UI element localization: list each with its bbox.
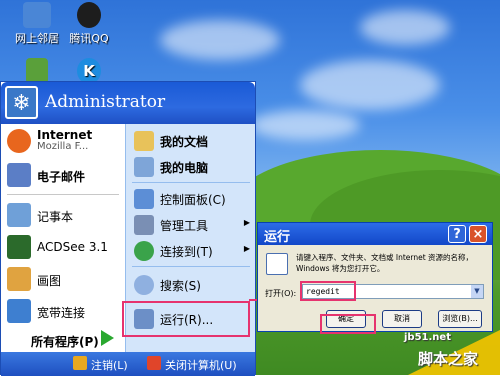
open-label: 打开(O): <box>265 289 297 298</box>
start-item-notepad[interactable]: 记事本 <box>5 200 123 230</box>
run-dialog-title: 运行 <box>264 230 291 245</box>
my-documents-icon <box>134 131 154 151</box>
start-item-internet[interactable]: Internet Mozilla F... <box>5 126 123 156</box>
start-item-paint[interactable]: 画图 <box>5 264 123 294</box>
watermark-url: jb51.net <box>404 332 451 343</box>
chevron-down-icon[interactable]: ▼ <box>471 285 483 298</box>
start-menu-footer: 注销(L) 关闭计算机(U) <box>1 352 255 376</box>
network-places-icon <box>23 2 51 28</box>
notepad-icon <box>7 203 31 227</box>
my-computer-icon <box>134 157 154 177</box>
close-button[interactable]: × <box>469 225 487 243</box>
logoff-button[interactable]: 注销(L) <box>73 355 141 373</box>
paint-icon <box>7 267 31 291</box>
run-dialog-description: 请键入程序、文件夹、文档或 Internet 资源的名称，Windows 将为您… <box>296 253 474 273</box>
start-item-my-documents[interactable]: 我的文档 <box>130 128 252 154</box>
broadband-icon <box>7 299 31 323</box>
run-program-icon <box>266 253 288 275</box>
menu-divider <box>132 266 250 267</box>
start-item-broadband[interactable]: 宽带连接 <box>5 296 123 326</box>
start-item-admin-tools[interactable]: 管理工具 ▶ <box>130 212 252 238</box>
menu-divider <box>132 182 250 183</box>
run-item-highlight <box>122 301 250 337</box>
logoff-key-icon <box>73 356 87 370</box>
firefox-icon <box>7 129 31 153</box>
start-item-email[interactable]: 电子邮件 <box>5 160 123 190</box>
all-programs-button[interactable]: 所有程序(P) <box>5 330 121 350</box>
submenu-arrow-icon: ▶ <box>243 244 250 253</box>
start-menu-pinned-list: Internet Mozilla F... 电子邮件 记事本 ACDSee 3.… <box>1 124 125 352</box>
watermark-name: 脚本之家 <box>418 350 479 368</box>
all-programs-arrow-icon <box>101 330 114 346</box>
start-item-my-computer[interactable]: 我的电脑 <box>130 154 252 180</box>
start-item-connect-to[interactable]: 连接到(T) ▶ <box>130 238 252 264</box>
start-item-control-panel[interactable]: 控制面板(C) <box>130 186 252 212</box>
user-name: Administrator <box>45 92 166 112</box>
ok-button-highlight <box>320 314 376 334</box>
start-menu-header: ❄ Administrator <box>1 82 255 124</box>
cancel-button[interactable]: 取消 <box>382 310 422 328</box>
control-panel-icon <box>134 189 154 209</box>
start-item-acdsee[interactable]: ACDSee 3.1 <box>5 232 123 262</box>
submenu-arrow-icon: ▶ <box>243 218 250 227</box>
input-highlight <box>300 281 356 301</box>
menu-divider <box>7 194 119 195</box>
user-avatar-icon[interactable]: ❄ <box>5 86 38 119</box>
qq-penguin-icon <box>77 2 101 28</box>
help-button[interactable]: ? <box>448 225 466 243</box>
start-item-search[interactable]: 搜索(S) <box>130 272 252 298</box>
shutdown-button[interactable]: 关闭计算机(U) <box>147 355 253 373</box>
start-menu: ❄ Administrator Internet Mozilla F... 电子… <box>0 81 256 376</box>
browse-button[interactable]: 浏览(B)... <box>438 310 482 328</box>
connect-to-icon <box>134 241 154 261</box>
run-dialog-titlebar[interactable]: 运行 ? × <box>258 223 492 245</box>
mail-icon <box>7 163 31 187</box>
power-icon <box>147 356 161 370</box>
admin-tools-icon <box>134 215 154 235</box>
search-icon <box>134 275 154 295</box>
acdsee-eye-icon <box>7 235 31 259</box>
desktop-icon-qq[interactable]: 腾讯QQ <box>54 2 124 46</box>
